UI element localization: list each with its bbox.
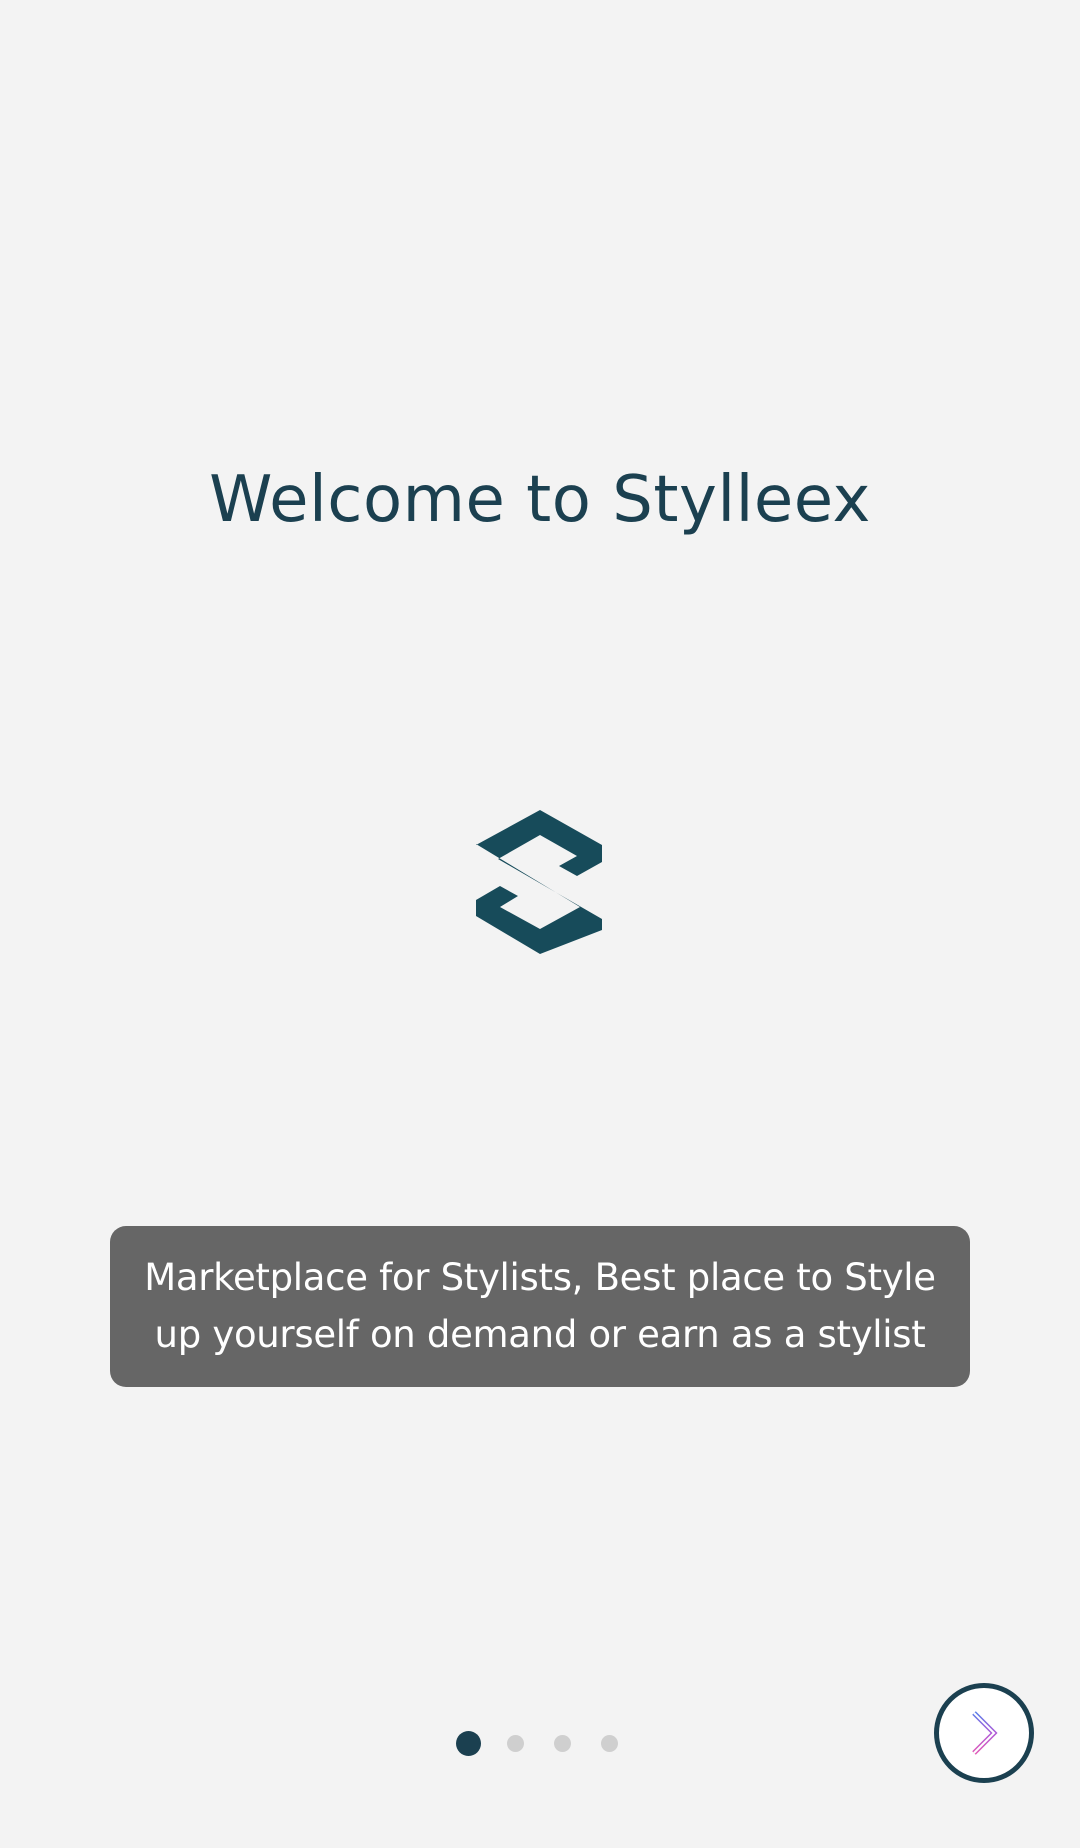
page-dot-1[interactable] [456, 1731, 481, 1756]
page-dot-4[interactable] [601, 1735, 618, 1752]
page-dot-3[interactable] [554, 1735, 571, 1752]
tagline-banner: Marketplace for Stylists, Best place to … [110, 1226, 970, 1387]
tagline-line-1: Marketplace for Stylists, Best place to … [144, 1256, 936, 1299]
welcome-title: Welcome to Stylleex [209, 463, 871, 537]
chevron-right-icon [972, 1711, 998, 1755]
page-indicator [456, 1731, 626, 1757]
tagline-line-2: up yourself on demand or earn as a styli… [154, 1313, 926, 1356]
stylleex-logo-icon [476, 810, 602, 954]
next-button[interactable] [934, 1683, 1034, 1783]
page-dot-2[interactable] [507, 1735, 524, 1752]
